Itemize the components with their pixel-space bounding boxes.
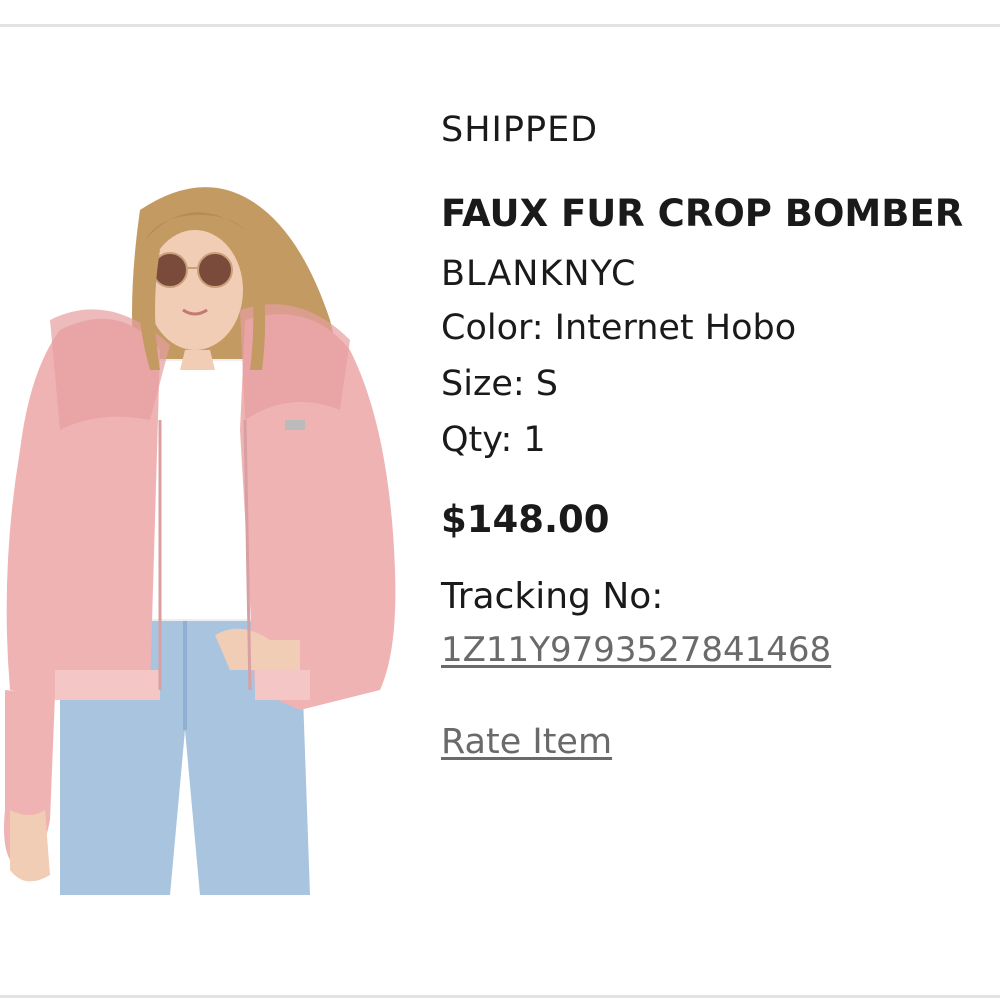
bottom-divider — [0, 995, 1000, 998]
order-item-card: SHIPPED FAUX FUR CROP BOMBER BLANKNYC Co… — [0, 0, 1000, 1000]
rate-item-link[interactable]: Rate Item — [441, 722, 612, 762]
product-image[interactable] — [0, 170, 410, 895]
tracking-number-link[interactable]: 1Z11Y9793527841468 — [441, 630, 831, 670]
quantity-line: Qty: 1 — [441, 420, 546, 460]
color-line: Color: Internet Hobo — [441, 308, 797, 348]
product-photo-illustration — [4, 187, 396, 895]
top-divider — [0, 24, 1000, 27]
price: $148.00 — [441, 498, 610, 541]
brand-name: BLANKNYC — [441, 254, 637, 294]
product-name[interactable]: FAUX FUR CROP BOMBER — [441, 192, 963, 235]
shipping-status: SHIPPED — [441, 110, 599, 150]
tracking-label: Tracking No: — [441, 576, 664, 617]
size-line: Size: S — [441, 364, 558, 404]
